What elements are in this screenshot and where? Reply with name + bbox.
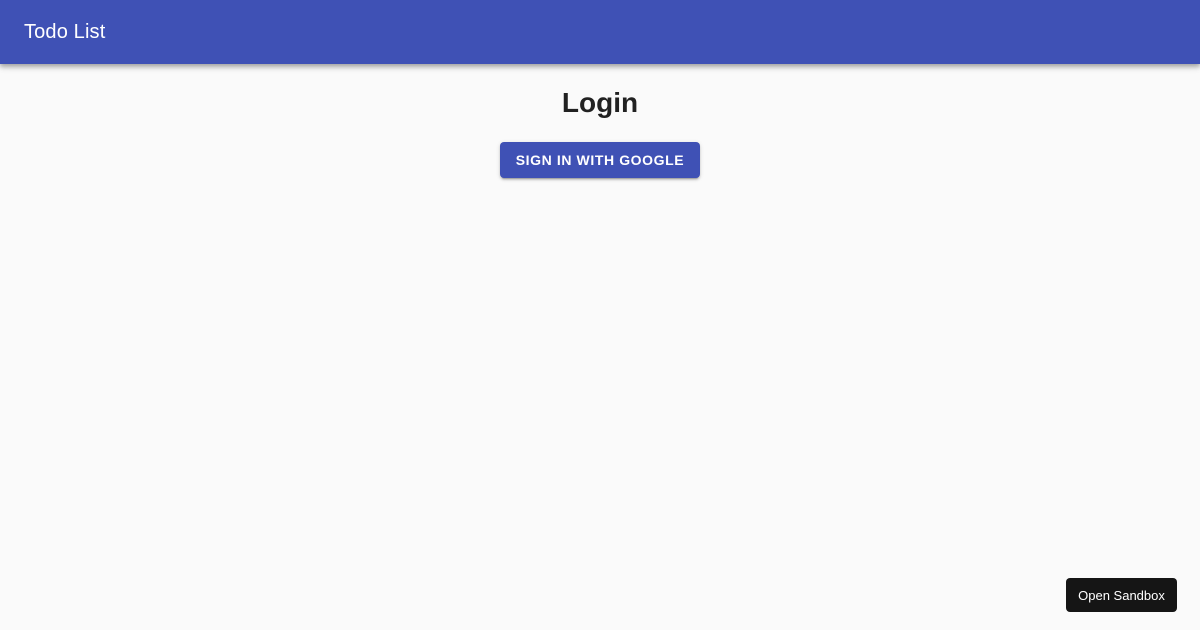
app-bar: Todo List	[0, 0, 1200, 64]
sign-in-with-google-button[interactable]: Sign in with Google	[499, 142, 701, 178]
login-content: Login Sign in with Google	[0, 64, 1200, 178]
open-sandbox-button[interactable]: Open Sandbox	[1066, 578, 1177, 612]
app-root: Todo List Login Sign in with Google Open…	[0, 0, 1200, 630]
page-title: Login	[561, 87, 639, 118]
app-title: Todo List	[24, 20, 106, 43]
